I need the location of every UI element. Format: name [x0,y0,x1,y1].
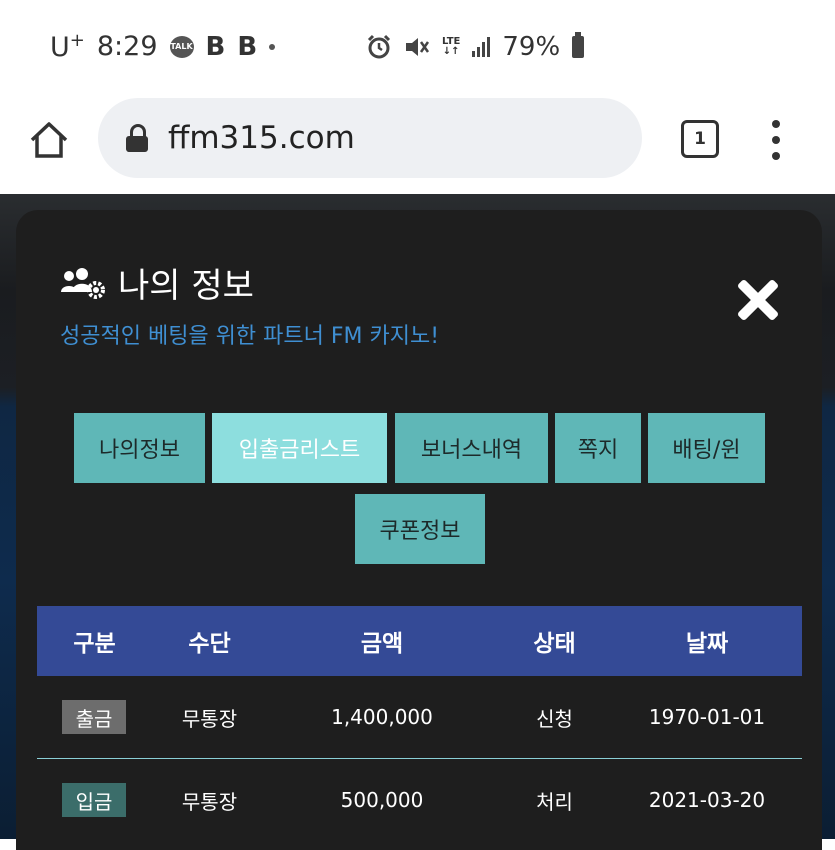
url-text: ffm315.com [168,120,355,156]
carrier-label: U+ [50,30,85,63]
status-bar: U+ 8:29 TALK B B LTE ↓↑ 79% [0,0,835,100]
browser-toolbar: ffm315.com 1 [0,96,835,194]
b-app-icon-2: B [237,31,258,62]
type-badge-withdraw: 출금 [62,700,126,734]
tab-bonus-history[interactable]: 보너스내역 [395,413,548,483]
header-type: 구분 [73,631,116,657]
amount-cell: 1,400,000 [331,705,433,729]
header-date: 날짜 [685,631,729,657]
table-header: 구분 수단 금액 상태 날짜 [37,606,802,676]
tab-messages[interactable]: 쪽지 [555,413,641,483]
date-cell: 1970-01-01 [648,705,766,729]
modal-title-text: 나의 정보 [118,266,254,306]
address-bar[interactable]: ffm315.com [98,98,642,178]
battery-icon [572,32,585,58]
lock-icon [126,124,148,152]
modal-subtitle: 성공적인 베팅을 위한 파트너 FM 카지노! [60,324,440,349]
more-notifications-icon [269,43,276,50]
tab-betting-win[interactable]: 배팅/윈 [648,413,765,483]
home-icon[interactable] [28,120,70,160]
table-row: 출금 무통장 1,400,000 신청 1970-01-01 [37,676,802,759]
tab-my-info[interactable]: 나의정보 [74,413,205,483]
header-method: 수단 [188,631,231,657]
header-amount: 금액 [360,631,404,657]
tab-switcher-button[interactable]: 1 [681,120,719,158]
amount-cell: 500,000 [340,788,424,812]
modal-title: 나의 정보 [60,258,254,307]
alarm-icon [367,34,391,59]
table-row: 입금 무통장 500,000 처리 2021-03-20 [37,759,802,841]
close-icon[interactable] [736,278,780,322]
method-cell: 무통장 [181,706,238,731]
battery-percent: 79% [502,32,561,62]
users-gear-icon [61,267,105,299]
clock: 8:29 [96,31,158,62]
status-cell: 처리 [536,789,573,814]
status-cell: 신청 [536,706,573,731]
b-app-icon: B [205,31,226,62]
tab-coupon-info[interactable]: 쿠폰정보 [355,494,485,564]
method-cell: 무통장 [181,789,238,814]
kakaotalk-icon: TALK [169,35,194,58]
header-status: 상태 [533,631,576,657]
signal-icon [472,37,491,57]
overflow-menu-icon[interactable] [772,120,780,160]
lte-icon: LTE ↓↑ [442,36,461,57]
type-badge-deposit: 입금 [62,783,126,817]
mute-icon [406,38,430,56]
tab-transaction-list[interactable]: 입출금리스트 [212,413,387,483]
date-cell: 2021-03-20 [648,788,766,812]
